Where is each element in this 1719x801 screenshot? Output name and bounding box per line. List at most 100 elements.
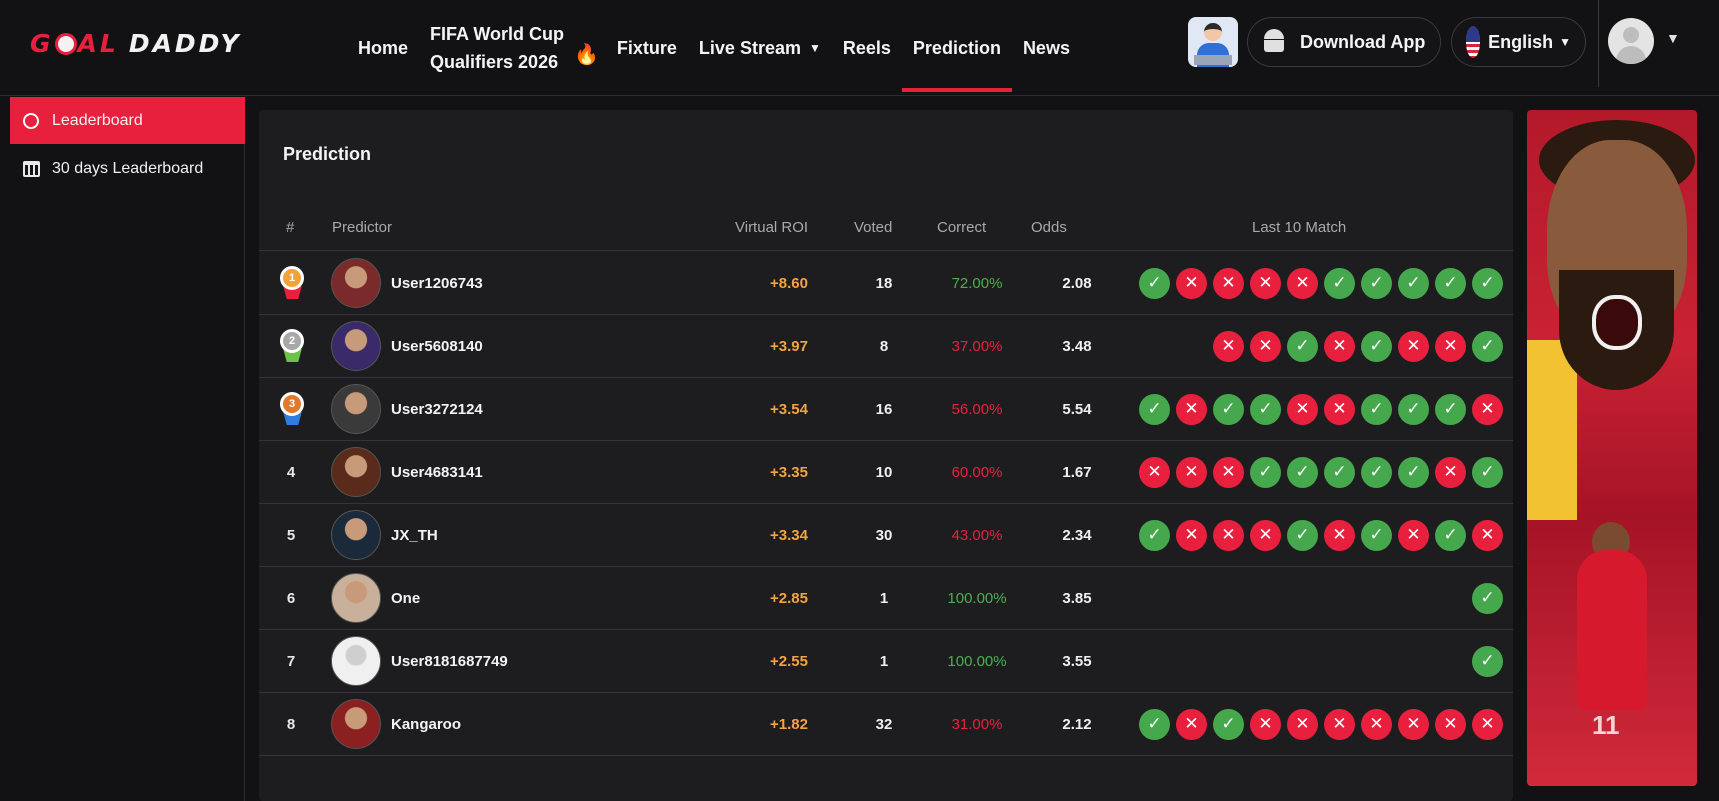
language-label: English [1488,31,1554,52]
table-row[interactable]: 7 User8181687749 +2.55 1 100.00% 3.55 ✓ [259,630,1513,693]
predictor-name[interactable]: User3272124 [391,378,483,440]
nav-prediction[interactable]: Prediction [901,0,1012,96]
download-app-button[interactable]: Download App [1247,17,1441,67]
virtual-roi-value: +1.82 [770,715,808,733]
rank-number: 6 [286,589,296,607]
check-icon: ✓ [1287,519,1318,551]
voted-count: 1 [879,589,889,607]
medal-rank-number: 3 [288,398,296,410]
table-row[interactable]: 6 One +2.85 1 100.00% 3.85 ✓ [259,567,1513,630]
last-10-results: ✕ ✕ ✕ ✓ ✓ ✓ ✓ ✓ ✕ ✓ [1133,441,1503,503]
cross-icon: ✕ [1287,393,1318,425]
table-row[interactable]: 2 User5608140 +3.97 8 37.00% 3.48 ✕ ✕ ✓ ✕ ✓ ✕ ✕ ✓ [259,315,1513,378]
table-row[interactable]: 5 JX_TH +3.34 30 43.00% 2.34 ✓ ✕ ✕ ✕ ✓ ✕ ✓ ✕ ✓ ✕ [259,504,1513,567]
header-virtual-roi: Virtual ROI [735,219,809,236]
table-row[interactable]: 8 Kangaroo +1.82 32 31.00% 2.12 ✓ ✕ ✓ ✕ ✕ ✕ ✕ ✕ ✕ ✕ [259,693,1513,756]
calendar-icon [22,160,40,178]
check-icon: ✓ [1139,393,1170,425]
table-row[interactable]: 3 User3272124 +3.54 16 56.00% 5.54 ✓ ✕ ✓ ✓ ✕ ✕ ✓ ✓ ✓ ✕ [259,378,1513,441]
sidebar-item-leaderboard[interactable]: Leaderboard [10,97,245,144]
sidebar-item-30-days-leaderboard[interactable]: 30 days Leaderboard [10,145,245,192]
virtual-roi-value: +3.97 [770,337,808,355]
cross-icon: ✕ [1213,330,1244,362]
avatar[interactable] [331,321,381,371]
predictor-name[interactable]: User5608140 [391,315,483,377]
avatar[interactable] [331,258,381,308]
language-selector[interactable]: English ▼ [1451,17,1586,67]
promo-banner[interactable]: 11 [1527,110,1697,786]
cross-icon: ✕ [1324,708,1355,740]
avatar-cell [331,315,381,377]
avatar[interactable] [331,384,381,434]
check-icon: ✓ [1287,330,1318,362]
main-nav: Home FIFA World Cup Qualifiers 2026 🔥 Fi… [358,0,1092,96]
check-icon: ✓ [1472,645,1503,677]
odds-value: 5.54 [1062,400,1092,418]
avatar-cell [331,630,381,692]
rank-number: 4 [286,463,296,481]
predictor-name[interactable]: User4683141 [391,441,483,503]
check-icon: ✓ [1398,267,1429,299]
nav-world-cup-qualifiers[interactable]: FIFA World Cup Qualifiers 2026 [430,0,564,96]
nav-live-stream[interactable]: Live Stream ▼ [699,0,821,96]
cross-icon: ✕ [1176,393,1207,425]
cross-icon: ✕ [1139,456,1170,488]
avatar-cell [331,504,381,566]
voted-count: 18 [875,274,893,292]
correct-percent: 31.00% [951,715,1003,733]
avatar[interactable] [331,510,381,560]
goal-daddy-logo[interactable]: G AL DADDY [30,18,270,68]
chevron-down-icon: ▼ [1559,35,1571,49]
check-icon: ✓ [1139,267,1170,299]
soccer-ball-icon [54,33,77,55]
table-row[interactable]: 4 User4683141 +3.35 10 60.00% 1.67 ✕ ✕ ✕ ✓ ✓ ✓ ✓ ✓ ✕ ✓ [259,441,1513,504]
sidebar-item-label: Leaderboard [52,111,143,129]
check-icon: ✓ [1472,582,1503,614]
cross-icon: ✕ [1398,708,1429,740]
avatar[interactable] [331,573,381,623]
nav-reels[interactable]: Reels [843,0,891,96]
correct-percent: 60.00% [951,463,1003,481]
last-10-results: ✓ ✕ ✕ ✕ ✕ ✓ ✓ ✓ ✓ ✓ [1133,252,1503,314]
odds-value: 3.48 [1062,337,1092,355]
support-agent-icon[interactable] [1188,17,1238,67]
avatar[interactable] [331,699,381,749]
user-avatar[interactable] [1608,18,1654,64]
predictor-name[interactable]: User1206743 [391,252,483,314]
correct-percent: 100.00% [947,652,1007,670]
check-icon: ✓ [1287,456,1318,488]
cross-icon: ✕ [1435,708,1466,740]
nav-fixture[interactable]: Fixture [617,0,677,96]
check-icon: ✓ [1361,519,1392,551]
check-icon: ✓ [1361,267,1392,299]
medal-rank-number: 1 [288,272,296,284]
predictor-name[interactable]: One [391,567,420,629]
cross-icon: ✕ [1324,519,1355,551]
nav-home[interactable]: Home [358,0,408,96]
avatar[interactable] [331,447,381,497]
predictor-name[interactable]: Kangaroo [391,693,461,755]
predictor-name[interactable]: User8181687749 [391,630,508,692]
nav-news[interactable]: News [1023,0,1070,96]
cross-icon: ✕ [1398,519,1429,551]
check-icon: ✓ [1435,519,1466,551]
check-icon: ✓ [1361,456,1392,488]
cross-icon: ✕ [1324,330,1355,362]
cross-icon: ✕ [1472,393,1503,425]
page-title: Prediction [283,144,372,164]
nav-live-stream-label: Live Stream [698,37,801,58]
avatar[interactable] [331,636,381,686]
us-flag-icon [1466,26,1481,58]
medal-icon: 3 [279,392,304,426]
rank-number: 8 [286,715,296,733]
table-row[interactable]: 1 User1206743 +8.60 18 72.00% 2.08 ✓ ✕ ✕ ✕ ✕ ✓ ✓ ✓ ✓ ✓ [259,252,1513,315]
user-menu-chevron-icon[interactable]: ▼ [1666,30,1680,46]
predictor-name[interactable]: JX_TH [391,504,438,566]
download-app-label: Download App [1300,31,1426,52]
header-voted: Voted [854,219,893,236]
last-10-results: ✓ [1466,630,1503,692]
odds-value: 1.67 [1062,463,1092,481]
check-icon: ✓ [1250,393,1281,425]
android-icon [1262,29,1286,55]
check-icon: ✓ [1472,330,1503,362]
